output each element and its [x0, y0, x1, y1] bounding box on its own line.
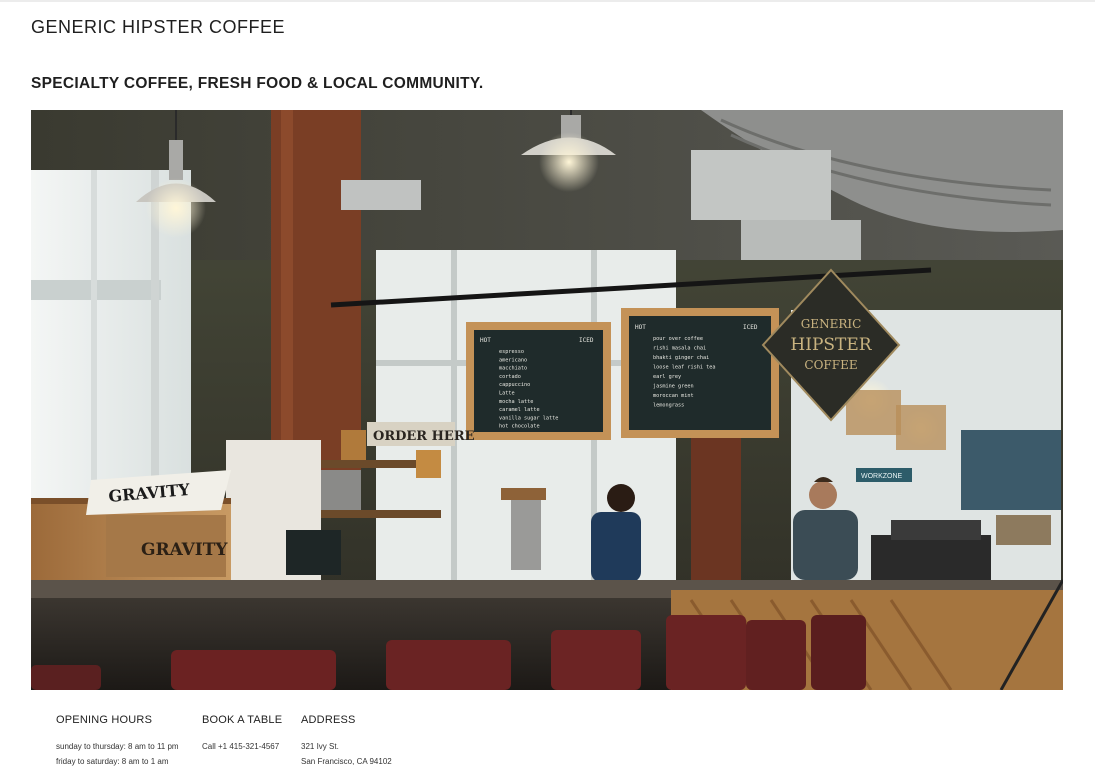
crate-text: GRAVITY	[141, 540, 228, 560]
address-heading: ADDRESS	[301, 714, 356, 726]
right-board-menu-item: moroccan mint	[653, 393, 694, 399]
left-board-menu-item: espresso	[499, 349, 524, 355]
right-board-menu-item: rishi masala chai	[653, 346, 706, 352]
left-board-menu-item: caramel latte	[499, 407, 540, 413]
hours-line-weekdays: sunday to thursday: 8 am to 11 pm	[56, 742, 179, 751]
diamond-line-1: GENERIC	[801, 317, 862, 331]
right-board-iced: ICED	[743, 324, 758, 331]
right-board-menu-item: bhakti ginger chai	[653, 355, 709, 361]
right-board-menu-item: loose leaf rishi tea	[653, 365, 715, 371]
opening-hours-heading: OPENING HOURS	[56, 714, 153, 726]
left-board-menu-item: macchiato	[499, 366, 527, 372]
phone-link[interactable]: Call +1 415-321-4567	[202, 739, 282, 754]
workzone-sign: WORKZONE	[861, 473, 903, 480]
right-board-menu-item: earl grey	[653, 374, 681, 380]
right-board-menu-item: jasmine green	[653, 384, 694, 390]
left-board-menu-item: vanilla sugar latte	[499, 415, 558, 421]
right-board-menu-item: lemongrass	[653, 403, 684, 409]
hours-line-weekend: friday to saturday: 8 am to 1 am	[56, 757, 169, 766]
book-table-heading[interactable]: BOOK A TABLE	[202, 714, 282, 726]
right-board-menu-item: pour over coffee	[653, 336, 703, 342]
address-city: San Francisco, CA 94102	[301, 757, 392, 766]
top-divider	[0, 0, 1095, 2]
left-board-menu-item: americano	[499, 357, 527, 363]
order-here-sign: ORDER HERE	[373, 429, 475, 444]
left-board-menu-item: cortado	[499, 374, 521, 380]
right-board-hot: HOT	[635, 324, 646, 331]
left-board-menu-item: mocha latte	[499, 399, 533, 405]
book-table-section: BOOK A TABLE Call +1 415-321-4567	[202, 714, 282, 754]
address-street: 321 Ivy St.	[301, 742, 339, 751]
left-board-menu-item: hot chocolate	[499, 424, 540, 430]
left-board-hot: HOT	[480, 337, 491, 344]
left-board-menu-item: cappuccino	[499, 382, 530, 388]
opening-hours-section: OPENING HOURS sunday to thursday: 8 am t…	[56, 714, 179, 769]
left-board-menu-item: Latte	[499, 391, 515, 397]
address-section: ADDRESS 321 Ivy St. San Francisco, CA 94…	[301, 714, 392, 769]
left-board-iced: ICED	[579, 337, 594, 344]
diamond-line-2: HIPSTER	[790, 335, 872, 355]
diamond-line-3: COFFEE	[804, 358, 857, 372]
site-title[interactable]: GENERIC HIPSTER COFFEE	[31, 17, 285, 38]
tagline: SPECIALTY COFFEE, FRESH FOOD & LOCAL COM…	[31, 75, 484, 92]
hero-image: HOT ICED espresso americano macchiato corta…	[31, 110, 1063, 690]
